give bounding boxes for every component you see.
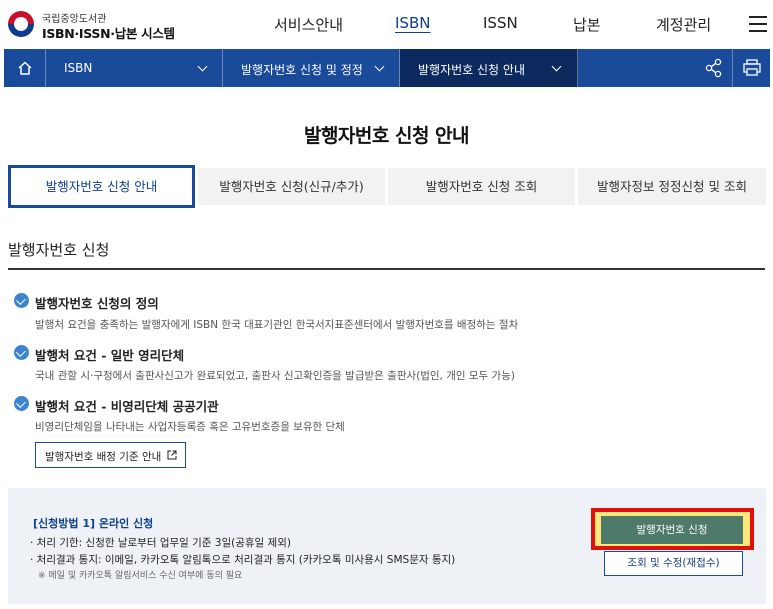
chevron-down-icon [374, 61, 385, 72]
tab-publisher-apply-info[interactable]: 발행자번호 신청 안내 [8, 165, 195, 208]
consent-note: ※ 메일 및 카카오톡 알림서비스 수신 여부에 동의 필요 [38, 571, 243, 581]
page-title: 발행자번호 신청 안내 [303, 125, 470, 147]
publisher-number-apply-button[interactable]: 발행자번호 신청 [601, 516, 743, 544]
lookup-modify-button[interactable]: 조회 및 수정(재접수) [604, 551, 743, 576]
processing-deadline: · 처리 기한: 신청한 날로부터 업무일 기준 3일(공휴일 제외) [30, 537, 291, 549]
breadcrumb-publisher-apply[interactable]: 발행자번호 신청 및 정정 [223, 49, 400, 87]
tab-publisher-apply-lookup[interactable]: 발행자번호 신청 조회 [388, 168, 575, 205]
gnb-issn[interactable]: ISSN [483, 14, 518, 32]
print-button[interactable] [732, 49, 770, 87]
commercial-requirement-title: 발행처 요건 - 일반 영리단체 [35, 348, 185, 363]
share-icon [705, 58, 722, 78]
gnb-account[interactable]: 계정관리 [656, 14, 711, 35]
home-button[interactable] [4, 49, 46, 87]
chevron-down-icon [551, 61, 562, 72]
breadcrumb-isbn-label: ISBN [64, 61, 93, 75]
assignment-criteria-guide-button[interactable]: 발행자번호 배정 기준 안내 [35, 442, 186, 468]
taegeuk-emblem-icon [8, 11, 34, 37]
nonprofit-requirement-title: 발행처 요건 - 비영리단체 공공기관 [35, 399, 219, 414]
gnb-service-info[interactable]: 서비스안내 [274, 14, 343, 35]
definition-title: 발행자번호 신청의 정의 [35, 296, 159, 311]
gnb-legal-deposit[interactable]: 납본 [573, 14, 601, 35]
external-link-icon [167, 450, 177, 460]
nonprofit-requirement-desc: 비영리단체임을 나타내는 사업자등록증 혹은 고유번호증을 보유한 단체 [35, 421, 345, 433]
guide-button-label: 발행자번호 배정 기준 안내 [45, 451, 162, 463]
section-divider [8, 268, 765, 270]
breadcrumb: ISBN 발행자번호 신청 및 정정 발행자번호 신청 안내 [4, 49, 770, 87]
breadcrumb-isbn[interactable]: ISBN [46, 49, 223, 87]
check-circle-icon [14, 396, 29, 411]
panel-title: [신청방법 1] 온라인 신청 [33, 517, 154, 530]
section-title: 발행자번호 신청 [8, 241, 110, 259]
breadcrumb-publisher-apply-label: 발행자번호 신청 및 정정 [241, 63, 363, 77]
breadcrumb-current[interactable]: 발행자번호 신청 안내 [400, 49, 578, 87]
site-logo[interactable]: 국립중앙도서관 ISBN·ISSN·납본 시스템 [8, 9, 175, 41]
chevron-down-icon [197, 61, 208, 72]
share-button[interactable] [696, 49, 732, 87]
print-icon [743, 59, 761, 76]
logo-system-name: ISBN·ISSN·납본 시스템 [42, 26, 175, 41]
result-notification: · 처리결과 통지: 이메일, 카카오톡 알림톡으로 처리결과 통지 (카카오톡… [30, 554, 456, 566]
check-circle-icon [14, 345, 29, 360]
definition-desc: 발행처 요건을 충족하는 발행자에게 ISBN 한국 대표기관인 한국서지표준센… [35, 319, 519, 331]
gnb-isbn[interactable]: ISBN [395, 14, 430, 32]
check-circle-icon [14, 293, 29, 308]
tab-publisher-apply-new[interactable]: 발행자번호 신청(신규/추가) [198, 168, 385, 205]
breadcrumb-current-label: 발행자번호 신청 안내 [418, 63, 525, 77]
menu-icon[interactable] [749, 16, 767, 32]
site-header: 국립중앙도서관 ISBN·ISSN·납본 시스템 서비스안내 ISBN ISSN… [0, 0, 773, 49]
tab-publisher-info-correction[interactable]: 발행자정보 정정신청 및 조회 [578, 168, 766, 205]
commercial-requirement-desc: 국내 관할 시·구청에서 출판사신고가 완료되었고, 출판사 신고확인증을 발급… [35, 370, 515, 382]
home-icon [18, 61, 32, 75]
